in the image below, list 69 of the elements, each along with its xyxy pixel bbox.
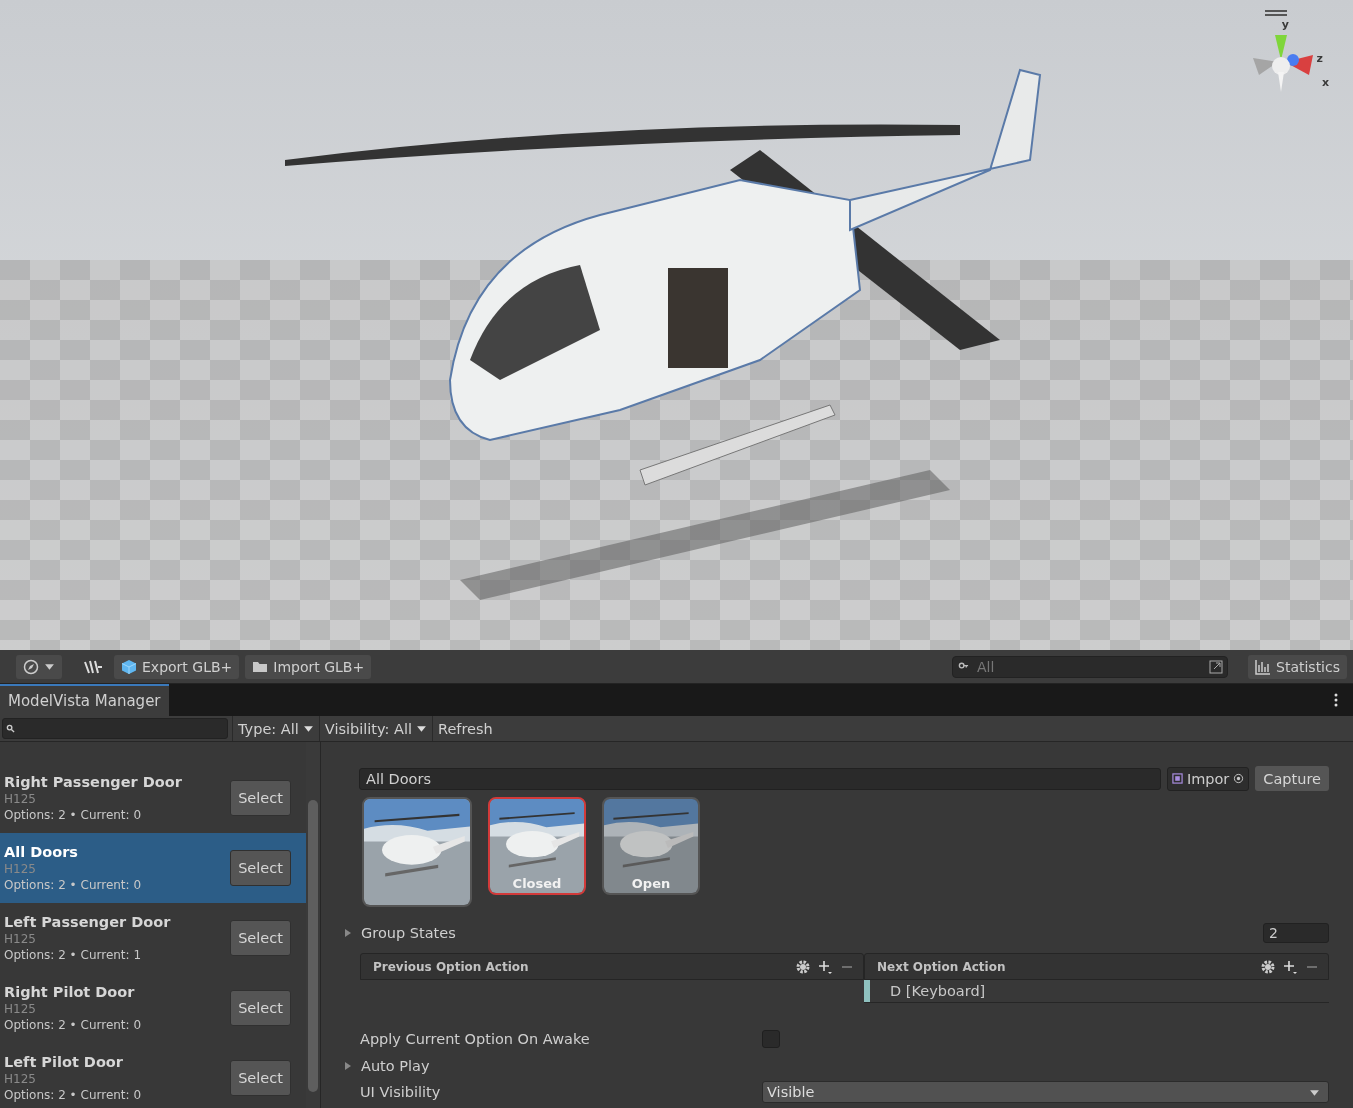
add-icon[interactable] — [817, 958, 833, 975]
target-icon — [1233, 773, 1245, 784]
checkbox[interactable] — [762, 1030, 780, 1048]
statistics-button[interactable]: Statistics — [1248, 654, 1347, 679]
binding-item[interactable]: D [Keyboard] — [864, 980, 1329, 1003]
group-model: H125 — [4, 861, 37, 877]
property-label: Auto Play — [361, 1058, 430, 1074]
expand-arrow-icon[interactable] — [343, 928, 353, 938]
name-field[interactable]: All Doors — [359, 767, 1161, 790]
axis-label: x — [1321, 76, 1329, 89]
window-tab[interactable]: ModelVista Manager — [0, 684, 169, 716]
more-icon[interactable] — [1334, 693, 1338, 707]
import-button[interactable]: Impor — [1166, 766, 1250, 791]
add-icon[interactable] — [1282, 958, 1298, 975]
select-button[interactable]: Select — [230, 850, 291, 886]
group-model: H125 — [4, 1001, 37, 1017]
search-field[interactable] — [2, 718, 228, 739]
search-field[interactable]: All — [952, 655, 1228, 678]
count-field[interactable]: 2 — [1263, 923, 1329, 943]
group-item[interactable]: Right Passenger Door H125 Options: 2 • Current: 0 Select — [0, 763, 306, 833]
group-name: Right Pilot Door — [4, 983, 136, 1001]
search-icon — [6, 724, 15, 733]
export-button[interactable]: Export GLB+ — [114, 654, 240, 679]
group-item[interactable]: All Doors H125 Options: 2 • Current: 0 Select — [0, 833, 306, 903]
select-button[interactable]: Select — [230, 780, 291, 816]
logo-icon[interactable] — [82, 658, 104, 675]
group-item[interactable]: Left Passenger Door H125 Options: 2 • Current: 1 Select — [0, 903, 306, 973]
select-button[interactable]: Select — [230, 920, 291, 956]
select-button[interactable]: Select — [230, 1060, 291, 1096]
group-model: H125 — [4, 1071, 37, 1087]
group-info: Options: 2 • Current: 0 — [4, 1087, 143, 1103]
group-model: H125 — [4, 931, 37, 947]
property-label: Apply Current Option On Awake — [360, 1031, 591, 1047]
select-button[interactable]: Select — [230, 990, 291, 1026]
import-button[interactable]: Import GLB+ — [245, 654, 372, 679]
tool-dropdown[interactable] — [16, 654, 62, 679]
capture-button[interactable]: Capture — [1255, 766, 1329, 791]
option-label: Open — [630, 876, 672, 891]
axis-label: z — [1316, 52, 1323, 65]
group-name: Right Passenger Door — [4, 773, 183, 791]
expand-arrow-icon[interactable] — [343, 1061, 353, 1071]
axis-label: y — [1281, 18, 1289, 31]
group-item[interactable]: Left Pilot Door H125 Options: 2 • Current: 0 Select — [0, 1043, 306, 1108]
group-info: Options: 2 • Current: 1 — [4, 947, 143, 963]
action-title: Next Option Action — [877, 959, 1006, 974]
visibility-dropdown[interactable]: Visible — [762, 1081, 1329, 1103]
property-label: UI Visibility — [360, 1084, 442, 1100]
group-info: Options: 2 • Current: 0 — [4, 807, 143, 823]
group-info: Options: 2 • Current: 0 — [4, 877, 143, 893]
bar-chart-icon — [1255, 658, 1271, 675]
caret-icon — [415, 723, 427, 734]
group-info: Options: 2 • Current: 0 — [4, 1017, 143, 1033]
gear-icon[interactable] — [1260, 958, 1276, 975]
compass-icon — [23, 658, 39, 675]
option-label: Closed — [511, 876, 563, 891]
action-title: Previous Option Action — [373, 959, 529, 974]
group-name: Left Pilot Door — [4, 1053, 124, 1071]
cube-icon — [121, 658, 137, 675]
frame-icon — [1171, 773, 1183, 784]
group-item[interactable]: Right Pilot Door H125 Options: 2 • Current: 0 Select — [0, 973, 306, 1043]
caret-icon — [44, 661, 55, 672]
group-model: H125 — [4, 791, 37, 807]
expand-icon[interactable] — [1208, 658, 1224, 675]
group-name: Left Passenger Door — [4, 913, 172, 931]
property-label: Group States — [361, 925, 456, 941]
group-name: All Doors — [4, 843, 79, 861]
caret-icon — [302, 723, 314, 734]
gear-icon[interactable] — [795, 958, 811, 975]
search-icon — [958, 660, 969, 672]
